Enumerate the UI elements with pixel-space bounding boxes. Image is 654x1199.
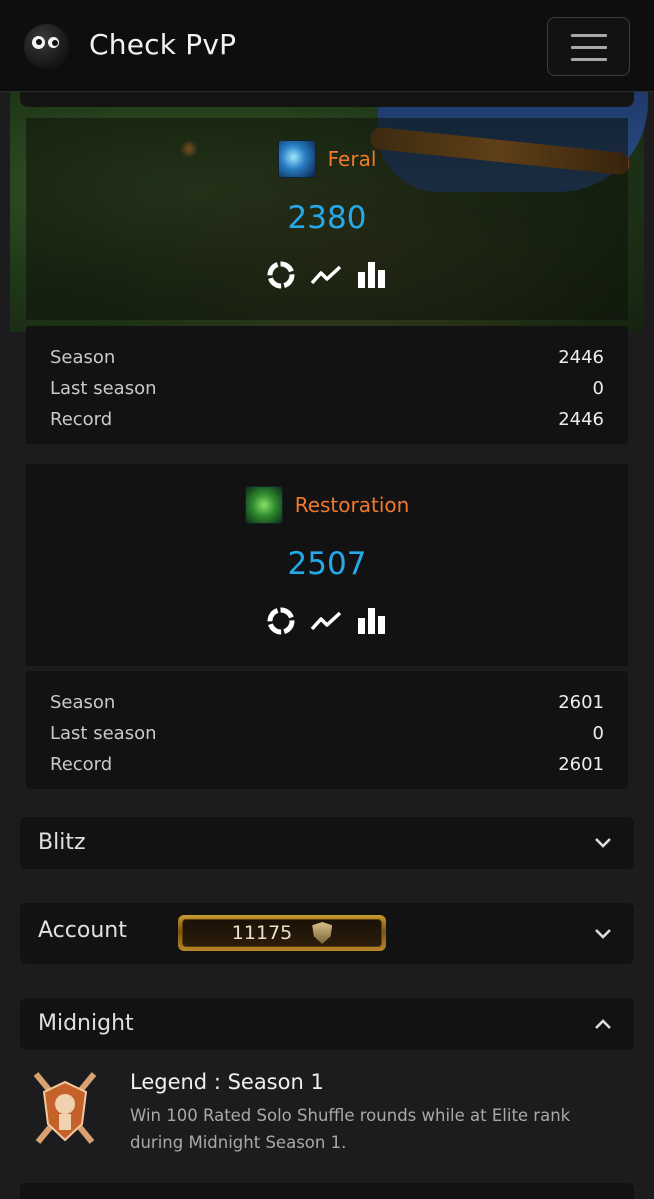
eye-right	[48, 37, 59, 48]
donut-chart-icon[interactable]	[266, 260, 296, 290]
googly-eyes-logo-icon[interactable]	[24, 24, 69, 69]
stat-label: Record	[50, 754, 113, 775]
stat-label: Season	[50, 347, 116, 368]
achievement-title: Legend : Season 1	[130, 1070, 324, 1094]
stat-row-last-season: Last season 0	[50, 373, 604, 404]
achievement-item: Legend : Season 1 Win 100 Rated Solo Shu…	[30, 1068, 630, 1158]
stat-value: 2601	[558, 692, 604, 713]
stat-value: 0	[592, 378, 604, 399]
trend-line-icon[interactable]	[310, 610, 342, 632]
bar-chart-icon[interactable]	[356, 262, 388, 288]
spec-rating: 2507	[287, 546, 367, 582]
app-title[interactable]: Check PvP	[89, 28, 236, 61]
hamburger-icon	[571, 34, 607, 37]
accordion-title: Midnight	[38, 1011, 134, 1036]
legend-crossed-swords-shield-icon	[33, 1072, 97, 1144]
spec-actions	[26, 260, 628, 290]
account-rating-badge: 11175	[178, 915, 386, 951]
accordion-title: Account	[38, 918, 127, 943]
chevron-down-icon[interactable]	[594, 837, 612, 849]
next-accordion-edge	[20, 1183, 634, 1199]
spec-rating: 2380	[287, 200, 367, 236]
spec-card-restoration: Restoration 2507	[26, 464, 628, 666]
header-panel-edge	[20, 92, 634, 107]
spec-title: Restoration	[26, 486, 628, 524]
spec-card-feral: Feral 2380	[26, 118, 628, 320]
stat-row-record: Record 2446	[50, 404, 604, 435]
shield-icon	[312, 922, 333, 944]
stat-value: 0	[592, 723, 604, 744]
accordion-midnight[interactable]: Midnight	[20, 998, 634, 1050]
bar-chart-icon[interactable]	[356, 608, 388, 634]
spec-name: Restoration	[294, 493, 410, 517]
stat-value: 2601	[558, 754, 604, 775]
chevron-up-icon[interactable]	[594, 1018, 612, 1030]
stat-row-season: Season 2601	[50, 687, 604, 718]
badge-value: 11175	[231, 922, 293, 944]
accordion-blitz[interactable]: Blitz	[20, 817, 634, 869]
stat-value: 2446	[558, 409, 604, 430]
accordion-title: Blitz	[38, 830, 86, 855]
spec-title: Feral	[26, 140, 628, 178]
achievement-description: Win 100 Rated Solo Shuffle rounds while …	[130, 1106, 571, 1152]
stat-value: 2446	[558, 347, 604, 368]
restoration-leaf-icon	[244, 486, 283, 524]
spec-actions	[26, 606, 628, 636]
stat-row-season: Season 2446	[50, 342, 604, 373]
spec-stats-feral: Season 2446 Last season 0 Record 2446	[26, 326, 628, 444]
stat-row-last-season: Last season 0	[50, 718, 604, 749]
accordion-account[interactable]: Account 11175	[20, 903, 634, 964]
spec-name: Feral	[327, 147, 377, 171]
feral-claw-icon	[277, 140, 316, 178]
stat-label: Last season	[50, 378, 157, 399]
trend-line-icon[interactable]	[310, 264, 342, 286]
eye-left	[32, 36, 45, 49]
stat-label: Last season	[50, 723, 157, 744]
donut-chart-icon[interactable]	[266, 606, 296, 636]
stat-label: Record	[50, 409, 113, 430]
stat-label: Season	[50, 692, 116, 713]
top-navbar: Check PvP	[0, 0, 654, 92]
hamburger-menu-button[interactable]	[547, 17, 630, 76]
stat-row-record: Record 2601	[50, 749, 604, 780]
chevron-down-icon[interactable]	[594, 928, 612, 940]
spec-stats-restoration: Season 2601 Last season 0 Record 2601	[26, 671, 628, 789]
